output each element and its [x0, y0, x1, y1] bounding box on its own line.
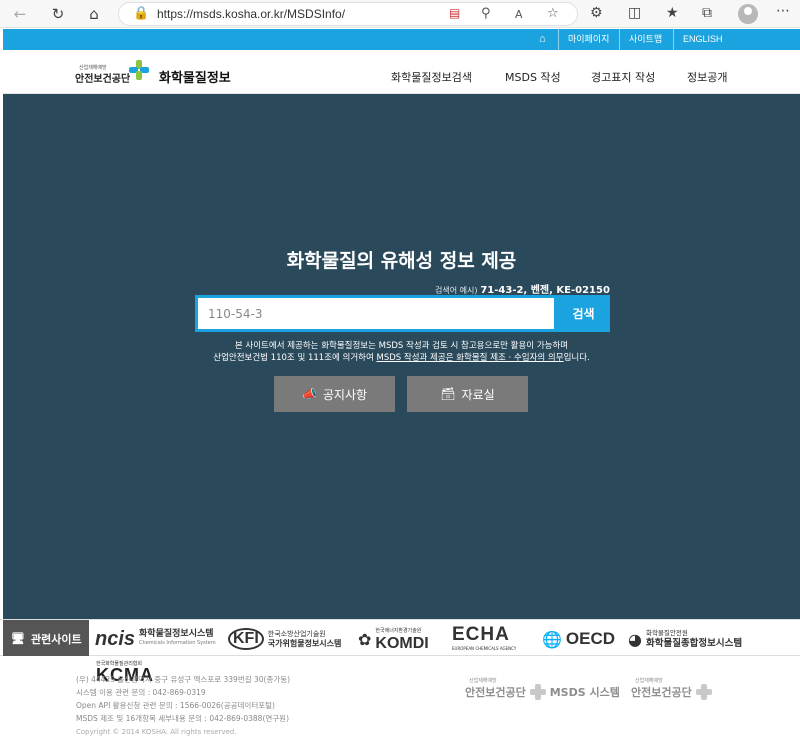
home-icon[interactable]: ⌂ [84, 4, 104, 24]
megaphone-icon: 📣 [301, 387, 317, 401]
footer-logo-msds[interactable]: 산업재해예방 안전보건공단 MSDS 시스템 [465, 677, 620, 700]
search-button[interactable]: 검색 [557, 295, 610, 332]
browser-toolbar: ← ↻ ⌂ 🔒 https://msds.kosha.or.kr/MSDSInf… [0, 0, 800, 28]
menu-chemical-search[interactable]: 화학물질정보검색 [391, 69, 472, 85]
footer-logo2-small: 산업재해예방 [635, 678, 663, 684]
refresh-icon[interactable]: ↻ [48, 4, 68, 24]
echa-caption: ECHA EUROPEAN CHEMICALS AGENCY [452, 623, 517, 653]
hero-title: 화학물질의 유해성 정보 제공 [286, 250, 517, 272]
kfi-line1: 한국소방산업기술원 [267, 630, 326, 638]
footer-address: (우) 44429 울산광역시 중구 유성구 엑스포로 339번길 30(종가동… [76, 675, 291, 684]
address-url: https://msds.kosha.or.kr/MSDSInfo/ [157, 7, 346, 21]
lock-icon[interactable]: 🔒 [133, 6, 149, 21]
home-shortcut-icon[interactable]: ⌂ [539, 29, 546, 50]
search-box: 검색 [195, 295, 610, 332]
site-footer: 한국화학물질관리협회 KCMA (우) 44429 울산광역시 중구 유성구 엑… [3, 656, 800, 745]
profile-avatar[interactable] [738, 4, 758, 24]
site-header: 산업재해예방 안전보건공단 화학물질정보 화학물질정보검색 MSDS 작성 경고… [3, 50, 800, 94]
footer-logo1-small: 산업재해예방 [469, 678, 497, 684]
back-icon[interactable]: ← [10, 4, 30, 24]
more-menu-icon[interactable]: ⋯ [776, 3, 790, 19]
search-input[interactable] [198, 298, 554, 329]
archive-button[interactable]: 🗃 자료실 [407, 376, 528, 412]
kosha-logo-icon[interactable] [129, 60, 149, 80]
ncis-name: 화학물질정보시스템 [139, 629, 214, 639]
utility-bar: ⌂ 마이페이지 사이트맵 ENGLISH [3, 29, 800, 50]
echa-subtitle: EUROPEAN CHEMICALS AGENCY [452, 645, 517, 651]
footer-logo-kosha[interactable]: 산업재해예방 안전보건공단 [631, 677, 712, 700]
komdi-logo-text: KOMDI [375, 635, 429, 652]
kfi-line2: 국가위험물정보시스템 [267, 639, 342, 648]
notice-line-2: 산업안전보건법 110조 및 111조에 의거하여 MSDS 작성과 제공은 화… [3, 351, 800, 363]
notice-line-1: 본 사이트에서 제공하는 화학물질정보는 MSDS 작성과 검토 시 참고용으로… [234, 341, 569, 351]
footer-msds-contact: MSDS 제조 및 16개항목 세부내용 문의 : 042-869-0388(연… [76, 714, 290, 723]
partner-ncis[interactable]: ncis 화학물질정보시스템 Chemicals Information Sys… [95, 626, 216, 652]
archive-box-icon: 🗃 [440, 387, 456, 401]
monitor-icon: 🖥 [11, 632, 25, 645]
komdi-emblem-icon: ✿ [358, 629, 372, 649]
util-english[interactable]: ENGLISH [683, 29, 723, 50]
footer-system-contact: 시스템 이용 관련 문의 : 042-869-0319 [76, 688, 206, 697]
util-mypage[interactable]: 마이페이지 [568, 29, 609, 50]
footer-logo1-suffix: MSDS 시스템 [549, 686, 620, 699]
util-divider [558, 29, 559, 50]
partner-chem-safety[interactable]: ◕ 화학물질안전원 화학물질종합정보시스템 [628, 626, 742, 652]
partner-oecd[interactable]: 🌐 OECD [542, 626, 615, 652]
related-sites-bar: 🖥 관련사이트 ncis 화학물질정보시스템 Chemicals Informa… [0, 619, 800, 657]
chem-safety-caption: 화학물질안전원 화학물질종합정보시스템 [646, 629, 742, 649]
util-divider [673, 29, 674, 50]
echa-logo-text: ECHA [452, 623, 510, 645]
notice-board-label: 공지사항 [322, 387, 368, 402]
menu-info-disclosure[interactable]: 정보공개 [687, 69, 727, 85]
ncis-logo-text: ncis [95, 627, 136, 650]
related-sites-label: 🖥 관련사이트 [3, 620, 89, 657]
split-screen-icon[interactable]: ◫ [628, 5, 641, 21]
kosha-cross-icon [529, 684, 546, 700]
oecd-logo-text: OECD [565, 629, 616, 648]
ncis-english: Chemicals Information System [139, 640, 216, 646]
collections-icon[interactable]: ⧉ [702, 5, 712, 21]
archive-label: 자료실 [461, 387, 495, 402]
example-label: 검색어 예시) [435, 286, 478, 295]
logo-org-name: 안전보건공단 [75, 74, 131, 85]
site-title[interactable]: 화학물질정보 [159, 67, 231, 86]
extensions-icon[interactable]: ⚙ [590, 5, 603, 21]
footer-logo1-org: 안전보건공단 [465, 686, 526, 699]
zoom-icon[interactable]: ⚲ [481, 6, 491, 21]
kfi-caption: 한국소방산업기술원 국가위험물정보시스템 [268, 630, 342, 648]
chem-safety-small: 화학물질안전원 [645, 629, 688, 637]
search-example: 검색어 예시) 71-43-2, 벤젠, KE-02150 [435, 281, 610, 296]
menu-warning-label[interactable]: 경고표지 작성 [591, 69, 655, 85]
favorite-icon[interactable]: ☆ [547, 6, 559, 21]
partner-kfi[interactable]: KFI 한국소방산업기술원 국가위험물정보시스템 [228, 626, 341, 652]
notice-line-2-pre: 산업안전보건법 110조 및 111조에 의거하여 [213, 353, 377, 363]
komdi-caption: 한국에너지환경기술원 KOMDI [375, 627, 429, 652]
favorites-icon[interactable]: ★ [666, 5, 679, 21]
notice-line-2-post: 입니다. [563, 353, 590, 363]
menu-msds-write[interactable]: MSDS 작성 [505, 69, 561, 85]
kosha-cross-icon [695, 684, 712, 700]
partner-komdi[interactable]: ✿ 한국에너지환경기술원 KOMDI [358, 626, 429, 652]
hero-section: 화학물질의 유해성 정보 제공 검색어 예시) 71-43-2, 벤젠, KE-… [3, 94, 800, 619]
footer-logo2-org: 안전보건공단 [631, 686, 692, 699]
read-aloud-icon[interactable]: A [515, 8, 523, 21]
chem-safety-emblem-icon: ◕ [628, 629, 642, 649]
notice-board-button[interactable]: 📣 공지사항 [274, 376, 395, 412]
chem-safety-name: 화학물질종합정보시스템 [645, 638, 743, 649]
partner-echa[interactable]: ECHA EUROPEAN CHEMICALS AGENCY [452, 623, 517, 653]
address-bar[interactable]: 🔒 https://msds.kosha.or.kr/MSDSInfo/ ▤ ⚲… [118, 2, 578, 26]
blocked-popup-icon[interactable]: ▤ [449, 6, 460, 20]
util-divider [619, 29, 620, 50]
oecd-globe-icon: 🌐 [542, 629, 562, 649]
ncis-caption: 화학물질정보시스템 Chemicals Information System [139, 630, 216, 648]
kfi-logo-text: KFI [228, 628, 264, 650]
notice-line-2-emphasis: MSDS 작성과 제공은 화학물질 제조 · 수입자의 의무 [376, 353, 564, 363]
footer-copyright: Copyright © 2014 KOSHA. All rights reser… [76, 728, 237, 736]
util-sitemap[interactable]: 사이트맵 [629, 29, 662, 50]
footer-api-contact: Open API 활용신청 관련 문의 : 1566-0026(공공데이터포털) [76, 701, 275, 710]
related-sites-text: 관련사이트 [30, 632, 82, 646]
